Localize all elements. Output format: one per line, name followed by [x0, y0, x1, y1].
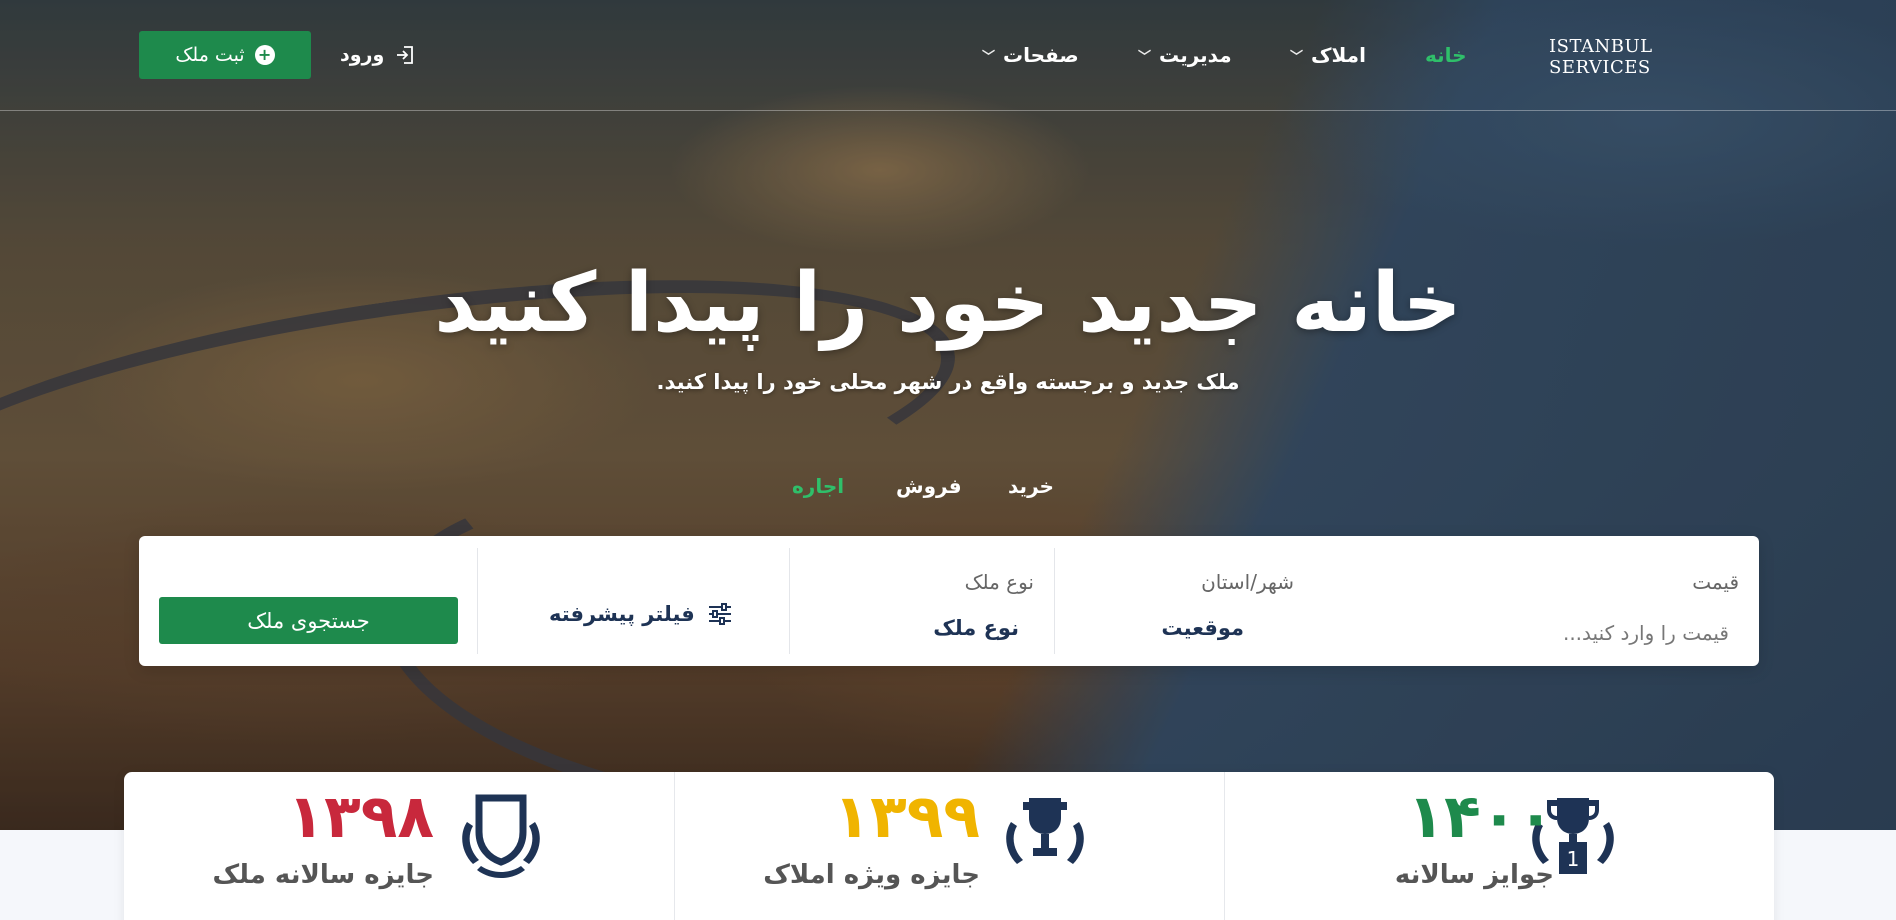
property-type-value: نوع ملک: [933, 616, 1019, 640]
sliders-icon: [708, 603, 731, 625]
advanced-filter-label: فیلتر پیشرفته: [549, 602, 695, 626]
award-year: ۱۴۰۰: [1407, 782, 1554, 852]
svg-text:1: 1: [1567, 847, 1580, 871]
award-name: جوایز سالانه: [1394, 860, 1554, 890]
awards-strip: ۱۳۹۸ جایزه سالانه ملک ۱۳۹۹ جایزه ویژه ام…: [124, 772, 1774, 920]
chevron-down-icon: ﹀: [1290, 49, 1304, 65]
advanced-filter-cell: [477, 548, 789, 654]
plus-circle-icon: +: [254, 45, 275, 65]
hero-title: خانه جدید خود را پیدا کنید: [434, 256, 1462, 351]
nav-item-label: مدیریت: [1159, 43, 1232, 67]
city-label: شهر/استان: [1201, 570, 1294, 594]
property-search-bar: قیمت شهر/استان موقعیت نوع ملک نوع ملک فی…: [139, 536, 1759, 666]
award-item: ۱۳۹۹ جایزه ویژه املاک: [674, 772, 1224, 920]
add-property-button[interactable]: + ثبت ملک: [139, 31, 311, 79]
add-property-label: ثبت ملک: [175, 44, 245, 66]
shield-laurel-icon: [462, 794, 540, 878]
tab-sell[interactable]: فروش: [896, 474, 962, 498]
award-name: جایزه ویژه املاک: [763, 860, 980, 890]
brand-logo[interactable]: ISTANBUL SERVICES: [1549, 36, 1755, 78]
login-link[interactable]: ورود: [340, 38, 418, 72]
award-year: ۱۳۹۹: [833, 782, 980, 852]
price-input[interactable]: [1399, 616, 1729, 650]
nav-item-label: املاک: [1311, 43, 1366, 67]
city-field[interactable]: شهر/استان موقعیت: [1054, 548, 1314, 654]
hero-background: [0, 0, 1896, 830]
trophy-laurel-icon: [1006, 798, 1084, 864]
chevron-down-icon: ﹀: [982, 49, 996, 65]
login-icon: [397, 46, 414, 64]
city-value: موقعیت: [1161, 616, 1244, 640]
price-label: قیمت: [1692, 570, 1739, 594]
search-property-button[interactable]: جستجوی ملک: [159, 597, 458, 644]
nav-item-home[interactable]: خانه: [1425, 38, 1467, 72]
award-year: ۱۳۹۸: [287, 782, 434, 852]
nav-item-pages[interactable]: صفحات ﹀: [982, 38, 1079, 72]
nav-item-label: خانه: [1425, 43, 1467, 67]
award-item: ۱۳۹۸ جایزه سالانه ملک: [124, 772, 674, 920]
brand-name: ISTANBUL SERVICES: [1549, 36, 1653, 78]
nav-item-management[interactable]: مدیریت ﹀: [1138, 38, 1232, 72]
advanced-filter-button[interactable]: فیلتر پیشرفته: [549, 602, 733, 626]
hero-subtitle: ملک جدید و برجسته واقع در شهر محلی خود ر…: [656, 370, 1240, 394]
chevron-down-icon: ﹀: [1138, 49, 1152, 65]
tab-rent[interactable]: اجاره: [792, 474, 844, 498]
login-label: ورود: [340, 44, 385, 66]
price-field: قیمت: [1314, 548, 1759, 654]
property-type-field[interactable]: نوع ملک نوع ملک: [789, 548, 1054, 654]
tab-buy[interactable]: خرید: [1008, 474, 1054, 498]
nav-item-label: صفحات: [1003, 43, 1079, 67]
site-header: ISTANBUL SERVICES خانه املاک ﹀ مدیریت ﹀ …: [0, 0, 1896, 111]
property-type-label: نوع ملک: [964, 570, 1034, 594]
nav-item-properties[interactable]: املاک ﹀: [1290, 38, 1366, 72]
award-name: جایزه سالانه ملک: [212, 860, 434, 890]
award-item: 1 ۱۴۰۰ جوایز سالانه: [1224, 772, 1774, 920]
